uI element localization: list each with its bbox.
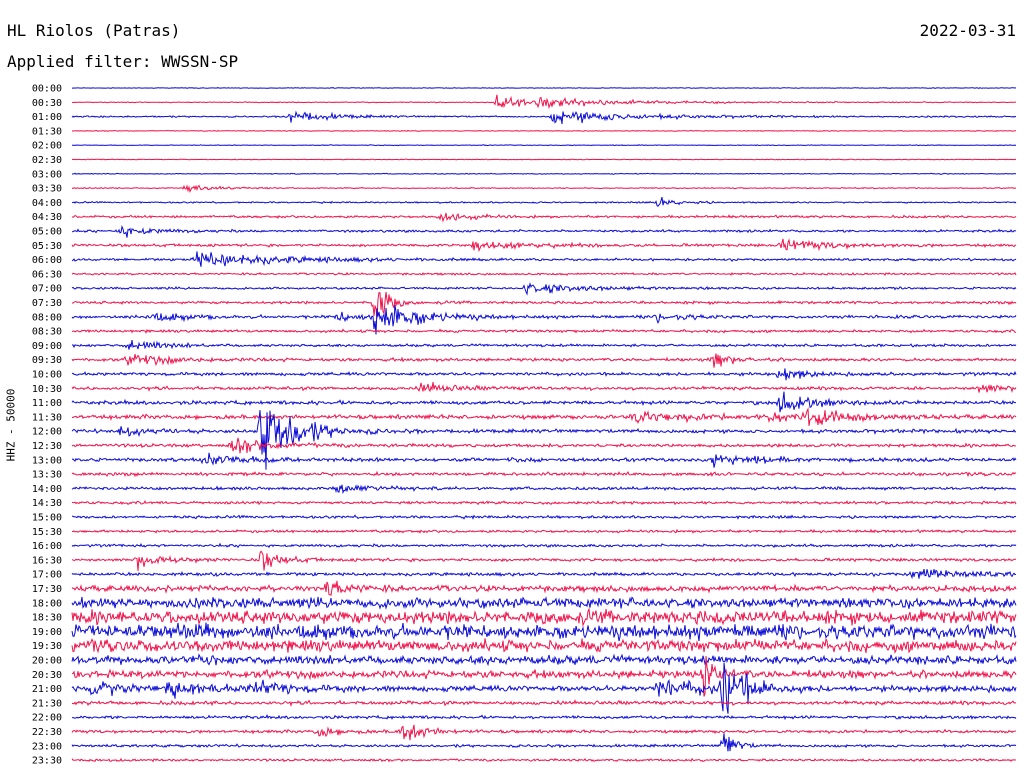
trace-line [71, 110, 1017, 125]
time-label: 22:00 [32, 713, 62, 724]
time-label: 23:30 [32, 756, 62, 767]
trace-line [71, 144, 1017, 147]
time-label: 02:30 [32, 155, 62, 166]
time-label: 11:00 [32, 398, 62, 409]
time-label: 21:30 [32, 698, 62, 709]
time-label: 08:30 [32, 327, 62, 338]
trace-line [71, 484, 1017, 495]
trace-line [71, 757, 1017, 763]
trace-line [71, 368, 1017, 381]
trace-line [71, 224, 1017, 238]
trace-line [71, 714, 1017, 721]
time-label: 19:00 [32, 627, 62, 638]
time-label: 14:30 [32, 498, 62, 509]
trace-line [71, 251, 1017, 267]
time-label: 03:00 [32, 169, 62, 180]
trace-line [71, 499, 1017, 506]
time-label: 05:00 [32, 227, 62, 238]
time-label: 04:00 [32, 198, 62, 209]
time-label: 16:00 [32, 541, 62, 552]
time-label-group: 00:00 00:30 01:00 01:30 02:00 02:30 03:00 03:30… [32, 84, 62, 767]
trace-line [71, 129, 1017, 132]
time-label: 07:30 [32, 298, 62, 309]
trace-line [71, 196, 1017, 208]
trace-line [71, 470, 1017, 478]
time-label: 10:00 [32, 370, 62, 381]
trace-line [71, 514, 1017, 520]
time-label: 20:30 [32, 670, 62, 681]
trace-line [71, 281, 1017, 296]
time-label: 20:00 [32, 656, 62, 667]
trace-line [71, 172, 1016, 175]
trace-line [71, 653, 1017, 667]
time-label: 00:00 [32, 84, 62, 95]
trace-line [71, 94, 1016, 110]
time-label: 02:00 [32, 141, 62, 152]
trace-line [71, 622, 1017, 642]
trace-line [71, 596, 1017, 610]
time-label: 17:00 [32, 570, 62, 581]
trace-group [71, 87, 1017, 763]
time-label: 00:30 [32, 98, 62, 109]
time-label: 17:30 [32, 584, 62, 595]
trace-line [71, 637, 1017, 654]
trace-line [71, 542, 1017, 549]
time-label: 08:00 [32, 312, 62, 323]
trace-line [71, 550, 1017, 571]
time-label: 13:30 [32, 470, 62, 481]
trace-line [71, 452, 1017, 468]
time-label: 16:30 [32, 555, 62, 566]
time-label: 13:00 [32, 455, 62, 466]
trace-line [71, 340, 1017, 350]
trace-line [71, 699, 1017, 707]
trace-line [71, 212, 1017, 223]
trace-line [72, 528, 1017, 534]
trace-line [71, 607, 1017, 627]
time-label: 22:30 [32, 727, 62, 738]
time-label: 12:00 [32, 427, 62, 438]
trace-line [71, 184, 1017, 193]
time-label: 18:00 [32, 598, 62, 609]
time-label: 19:30 [32, 641, 62, 652]
time-label: 09:30 [32, 355, 62, 366]
trace-line [71, 87, 1017, 89]
trace-line [71, 569, 1017, 580]
trace-line [71, 158, 1017, 161]
trace-line [71, 437, 1017, 454]
time-label: 12:30 [32, 441, 62, 452]
time-label: 21:00 [32, 684, 62, 695]
trace-line [71, 724, 1017, 741]
trace-line [71, 353, 1017, 368]
trace-line [71, 328, 1017, 334]
time-label: 06:00 [32, 255, 62, 266]
time-label: 06:30 [32, 269, 62, 280]
trace-line [71, 391, 1017, 413]
time-label: 11:30 [32, 412, 62, 423]
time-label: 01:00 [32, 112, 62, 123]
time-label: 18:30 [32, 613, 62, 624]
helicorder-plot: 00:00 00:30 01:00 01:30 02:00 02:30 03:00 03:30… [32, 84, 1017, 767]
trace-line [71, 733, 1017, 752]
trace-line [71, 238, 1017, 253]
trace-line [71, 271, 1017, 277]
time-label: 03:30 [32, 184, 62, 195]
time-label: 14:00 [32, 484, 62, 495]
trace-line [71, 580, 1017, 596]
time-label: 04:30 [32, 212, 62, 223]
time-label: 10:30 [32, 384, 62, 395]
time-label: 15:30 [32, 527, 62, 538]
trace-line [71, 407, 1017, 426]
time-label: 15:00 [32, 513, 62, 524]
time-label: 09:00 [32, 341, 62, 352]
time-label: 23:00 [32, 741, 62, 752]
time-label: 05:30 [32, 241, 62, 252]
trace-line [71, 291, 1017, 319]
time-label: 07:00 [32, 284, 62, 295]
time-label: 01:30 [32, 126, 62, 137]
trace-line [71, 382, 1017, 394]
